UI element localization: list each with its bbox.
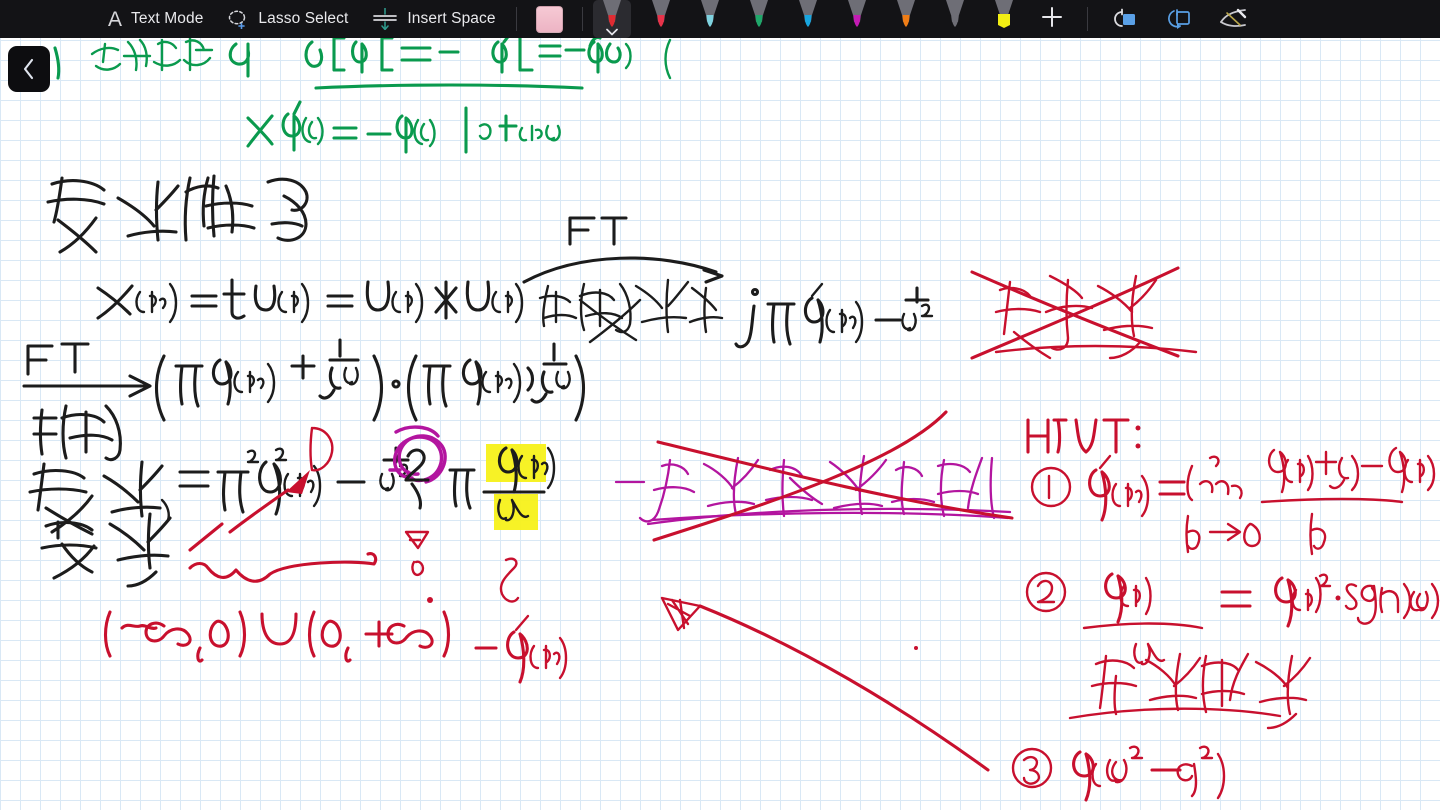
- handwriting-ink-layer: .gr{stroke:#0a9a4e;fill:none;stroke-widt…: [22, 38, 1440, 802]
- ink-hint-header: [1026, 418, 1141, 454]
- ink-eq-signal: [96, 278, 524, 324]
- lasso-select-icon: [227, 9, 249, 30]
- toolbar-divider-3: [1086, 7, 1088, 31]
- pen-tip-icon: [749, 0, 768, 27]
- pen-tip-icon: [896, 0, 915, 27]
- ink-ft-left: [22, 342, 172, 588]
- chevron-left-icon: [23, 58, 34, 80]
- ink-circled-two: [388, 425, 447, 510]
- tool-lasso-select[interactable]: Lasso Select: [215, 0, 360, 38]
- pen-tip-icon: [602, 0, 621, 27]
- back-button[interactable]: [8, 46, 50, 92]
- pen-cyan[interactable]: [789, 0, 827, 38]
- pen-tip-icon: [700, 0, 719, 27]
- tool-text-mode[interactable]: A Text Mode: [96, 0, 215, 38]
- pen-light-blue[interactable]: [691, 0, 729, 38]
- pen-red[interactable]: [592, 0, 631, 38]
- pen-magenta[interactable]: [838, 0, 876, 38]
- color-swatch-slot: [525, 5, 574, 33]
- ink-crossed-red-top: [970, 266, 1198, 360]
- note-canvas[interactable]: .gr{stroke:#0a9a4e;fill:none;stroke-widt…: [0, 38, 1440, 810]
- ink-title-ramp-signal: [46, 174, 309, 254]
- ink-red-delta-term: [474, 557, 568, 684]
- ink-big-red-arrow: [660, 596, 990, 772]
- right-tool-group: [1096, 8, 1248, 30]
- note-app-window: A Text Mode Lasso Select Insert Space: [0, 0, 1440, 810]
- ink-hint-item-1: [1030, 446, 1436, 556]
- ink-highlighted-term: [448, 444, 556, 530]
- pen-crimson[interactable]: [642, 0, 680, 38]
- pen-palette: [591, 0, 1023, 38]
- toolbar-divider-2: [581, 7, 583, 31]
- pen-green[interactable]: [740, 0, 778, 38]
- ink-eq-product: [155, 338, 585, 422]
- eraser-icon[interactable]: [1218, 8, 1248, 30]
- ink-green-line-1: [53, 38, 672, 90]
- pen-tip-icon: [994, 0, 1013, 28]
- plus-icon[interactable]: [1039, 4, 1065, 30]
- ink-red-marks: [404, 530, 433, 603]
- toolbar-divider-1: [515, 7, 517, 31]
- highlighter-yellow[interactable]: [985, 0, 1023, 38]
- ink-green-line-2: [246, 100, 561, 154]
- letter-A-icon: A: [108, 7, 123, 31]
- pen-tip-icon: [847, 0, 866, 27]
- pen-tip-icon: [651, 0, 670, 27]
- top-toolbar: A Text Mode Lasso Select Insert Space: [0, 0, 1440, 38]
- tool-lasso-select-label: Lasso Select: [258, 10, 349, 27]
- tool-text-mode-label: Text Mode: [131, 10, 204, 27]
- insert-space-icon: [372, 7, 398, 31]
- pen-orange[interactable]: [887, 0, 925, 38]
- pen-grey[interactable]: [936, 0, 974, 38]
- undo-icon[interactable]: [1110, 8, 1138, 30]
- pen-tip-icon: [945, 0, 964, 27]
- ink-crossed-purple-middle: [614, 410, 1014, 542]
- pen-tip-icon: [798, 0, 817, 27]
- ink-hint-item-2: [1025, 571, 1440, 730]
- ink-eq-result-mid: [734, 282, 934, 349]
- ink-interval-note: [103, 552, 451, 663]
- ink-eq-result-left: [178, 426, 412, 552]
- redo-icon[interactable]: [1164, 8, 1192, 30]
- ink-ft-mid: [522, 216, 724, 344]
- color-swatch[interactable]: [535, 5, 563, 33]
- ink-hint-item-3: [1011, 745, 1226, 802]
- add-pen-slot: [1023, 4, 1079, 35]
- tool-insert-space-label: Insert Space: [407, 10, 496, 27]
- tool-insert-space[interactable]: Insert Space: [360, 0, 507, 38]
- chevron-down-icon[interactable]: [605, 28, 618, 36]
